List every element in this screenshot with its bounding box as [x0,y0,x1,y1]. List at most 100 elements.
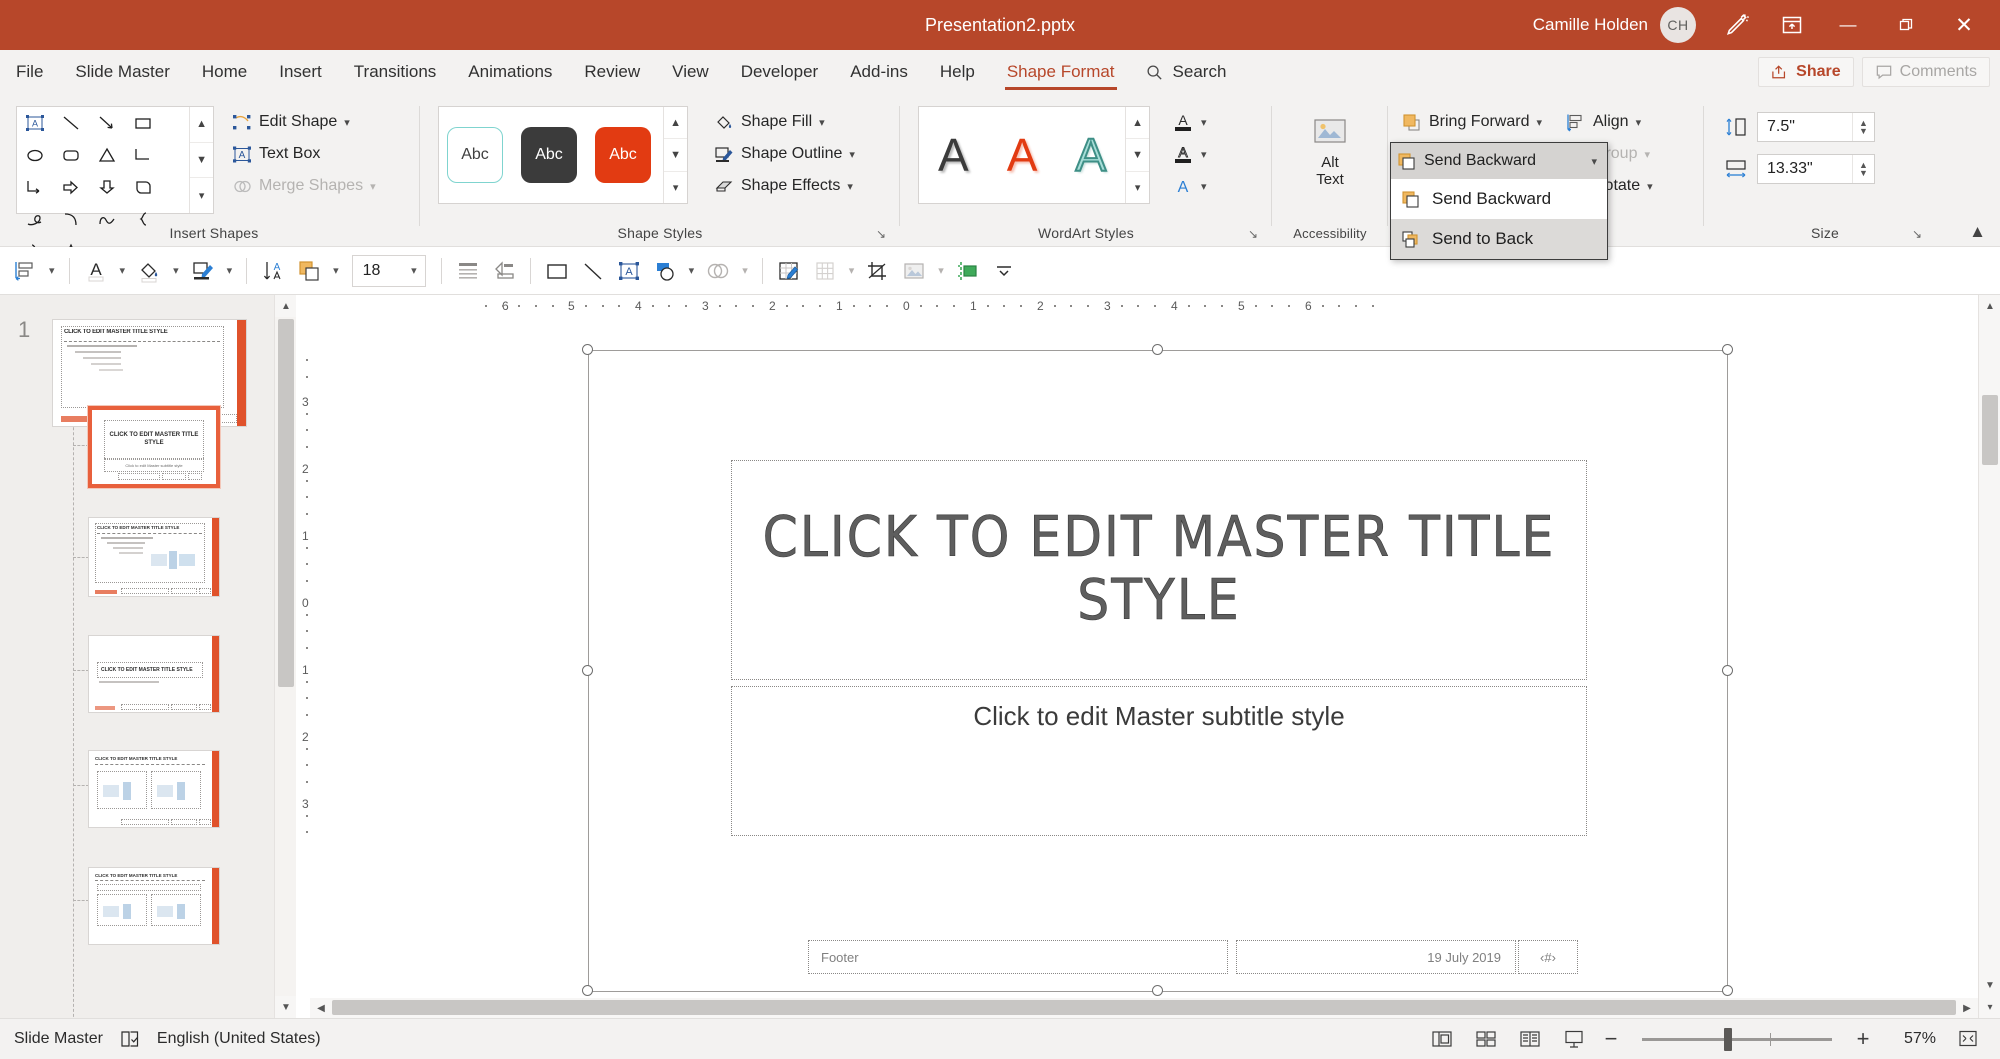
reading-view-icon[interactable] [1510,1023,1550,1055]
slide-sorter-icon[interactable] [1466,1023,1506,1055]
align-button[interactable]: Align ▾ [1560,106,1659,138]
comments-button[interactable]: Comments [1862,57,1990,87]
slide-number-placeholder[interactable]: ‹#› [1518,940,1578,974]
gallery-scroll-up-icon[interactable]: ▲ [664,107,687,139]
crop-icon[interactable] [861,253,895,289]
selection-handle-bottom-left[interactable] [582,985,593,996]
shape-style-swatch[interactable]: Abc [447,127,503,183]
text-direction-icon[interactable] [487,253,521,289]
scroll-down-arrow-icon[interactable]: ▼ [1979,974,2000,996]
gallery-more-icon[interactable]: ▾ [1126,172,1149,203]
zoom-percent-label[interactable]: 57% [1880,1030,1936,1048]
right-arrow-shape-icon[interactable] [53,171,89,203]
tab-add-ins[interactable]: Add-ins [834,50,924,94]
selection-handle-bottom-right[interactable] [1722,985,1733,996]
shape-fill-button[interactable]: Shape Fill ▾ [708,106,861,138]
tab-insert[interactable]: Insert [263,50,338,94]
arrange-sort-icon[interactable]: A [256,253,290,289]
shape-styles-gallery[interactable]: Abc Abc Abc ▲ ▼ ▾ [438,106,688,204]
thumbnail-section-layout[interactable]: CLICK TO EDIT MASTER TITLE STYLE [88,635,220,713]
line-icon[interactable] [576,253,610,289]
wordart-gallery[interactable]: A A A ▲ ▼ ▾ [918,106,1150,204]
shape-style-swatch[interactable]: Abc [521,127,577,183]
minimize-button[interactable]: — [1820,0,1876,50]
shape-outline-icon[interactable] [186,253,220,289]
date-placeholder[interactable]: 19 July 2019 [1236,940,1516,974]
gallery-more-icon[interactable]: ▾ [664,172,687,203]
selection-handle-middle-left[interactable] [582,665,593,676]
wordart-swatch[interactable]: A [938,128,969,182]
text-box-button[interactable]: A Text Box [226,138,382,170]
align-center-guides-icon[interactable] [951,253,985,289]
tab-developer[interactable]: Developer [725,50,835,94]
triangle-shape-icon[interactable] [89,139,125,171]
shape-quick-style-icon[interactable] [648,253,682,289]
horizontal-ruler[interactable]: 6 5 4 3 2 1 0 1 2 3 4 5 6 [296,295,1978,317]
chevron-down-icon[interactable]: ▾ [168,264,184,277]
shape-effects-button[interactable]: Shape Effects ▾ [708,170,861,202]
share-button[interactable]: Share [1758,57,1853,87]
shapes-gallery[interactable]: A [16,106,214,214]
editor-vertical-scroll-thumb[interactable] [1982,395,1998,465]
send-backward-icon[interactable] [292,253,326,289]
slide-thumbnail-panel[interactable]: 1 CLICK TO EDIT MASTER TITLE STYLE CLICK… [0,295,296,1018]
tab-help[interactable]: Help [924,50,991,94]
gallery-scroll-up-icon[interactable]: ▲ [1126,107,1149,139]
thumbnail-panel-scrollbar[interactable]: ▲ ▼ [274,295,296,1018]
tab-file[interactable]: File [0,50,59,94]
align-text-top-icon[interactable] [451,253,485,289]
size-dialog-launcher[interactable]: ↘ [1912,227,1926,241]
more-options-icon[interactable] [987,253,1021,289]
format-background-icon[interactable] [772,253,806,289]
scroll-down-arrow-icon[interactable]: ▼ [275,996,297,1018]
restore-button[interactable] [1878,0,1934,50]
align-objects-icon[interactable] [8,253,42,289]
wordart-gallery-scroll[interactable]: ▲ ▼ ▾ [1125,107,1149,203]
tab-transitions[interactable]: Transitions [338,50,453,94]
close-button[interactable]: ✕ [1936,0,1992,50]
shapes-gallery-scroll[interactable]: ▲ ▼ ▾ [189,107,213,213]
slideshow-icon[interactable] [1554,1023,1594,1055]
alt-text-button[interactable]: Alt Text [1295,104,1365,200]
text-outline-button[interactable]: A ▾ [1166,138,1213,170]
gallery-scroll-down-icon[interactable]: ▼ [664,139,687,171]
gallery-scroll-down-icon[interactable]: ▼ [190,143,213,179]
picture-icon[interactable] [897,253,931,289]
scroll-left-arrow-icon[interactable]: ◀ [310,998,332,1018]
tab-shape-format[interactable]: Shape Format [991,50,1131,94]
gallery-scroll-down-icon[interactable]: ▼ [1126,139,1149,171]
oval-shape-icon[interactable] [17,139,53,171]
shape-fill-icon[interactable] [132,253,166,289]
avatar[interactable]: CH [1660,7,1696,43]
send-backward-menu-header[interactable]: Send Backward ▾ [1391,143,1607,179]
thumbnail-two-content-layout[interactable]: CLICK TO EDIT MASTER TITLE STYLE [88,750,220,828]
search-box[interactable]: Search [1131,50,1243,94]
slide-editor-area[interactable]: 6 5 4 3 2 1 0 1 2 3 4 5 6 [296,295,1978,1018]
editor-vertical-scrollbar[interactable]: ▲ ▼ ▾ [1978,295,2000,1018]
scroll-right-arrow-icon[interactable]: ▶ [1956,998,1978,1018]
font-size-input[interactable]: 18 ▾ [352,255,426,287]
title-placeholder[interactable]: CLICK TO EDIT MASTER TITLE STYLE [731,460,1587,680]
tab-view[interactable]: View [656,50,725,94]
scroll-up-arrow-icon[interactable]: ▲ [275,295,297,317]
normal-view-icon[interactable] [1422,1023,1462,1055]
shape-styles-gallery-scroll[interactable]: ▲ ▼ ▾ [663,107,687,203]
tab-review[interactable]: Review [568,50,656,94]
stepper-down-icon[interactable]: ▼ [1859,169,1868,177]
chevron-down-icon[interactable]: ▾ [684,264,700,277]
shape-style-swatch[interactable]: Abc [595,127,651,183]
scroll-up-arrow-icon[interactable]: ▲ [1979,295,2000,317]
zoom-slider[interactable] [1642,1038,1832,1041]
selection-handle-bottom-center[interactable] [1152,985,1163,996]
wordart-swatch[interactable]: A [1007,128,1038,182]
shape-height-input[interactable]: 7.5" ▲▼ [1757,112,1875,142]
status-language-label[interactable]: English (United States) [157,1030,321,1048]
editor-horizontal-scroll-thumb[interactable] [332,1000,1956,1015]
footer-placeholder[interactable]: Footer [808,940,1228,974]
slide-canvas[interactable]: CLICK TO EDIT MASTER TITLE STYLE Click t… [588,350,1728,992]
line-shape-icon[interactable] [53,107,89,139]
chevron-down-icon[interactable]: ▾ [737,264,753,277]
font-color-icon[interactable]: A [79,253,113,289]
next-slide-icon[interactable]: ▾ [1979,996,2000,1018]
arrow-line-shape-icon[interactable] [89,107,125,139]
